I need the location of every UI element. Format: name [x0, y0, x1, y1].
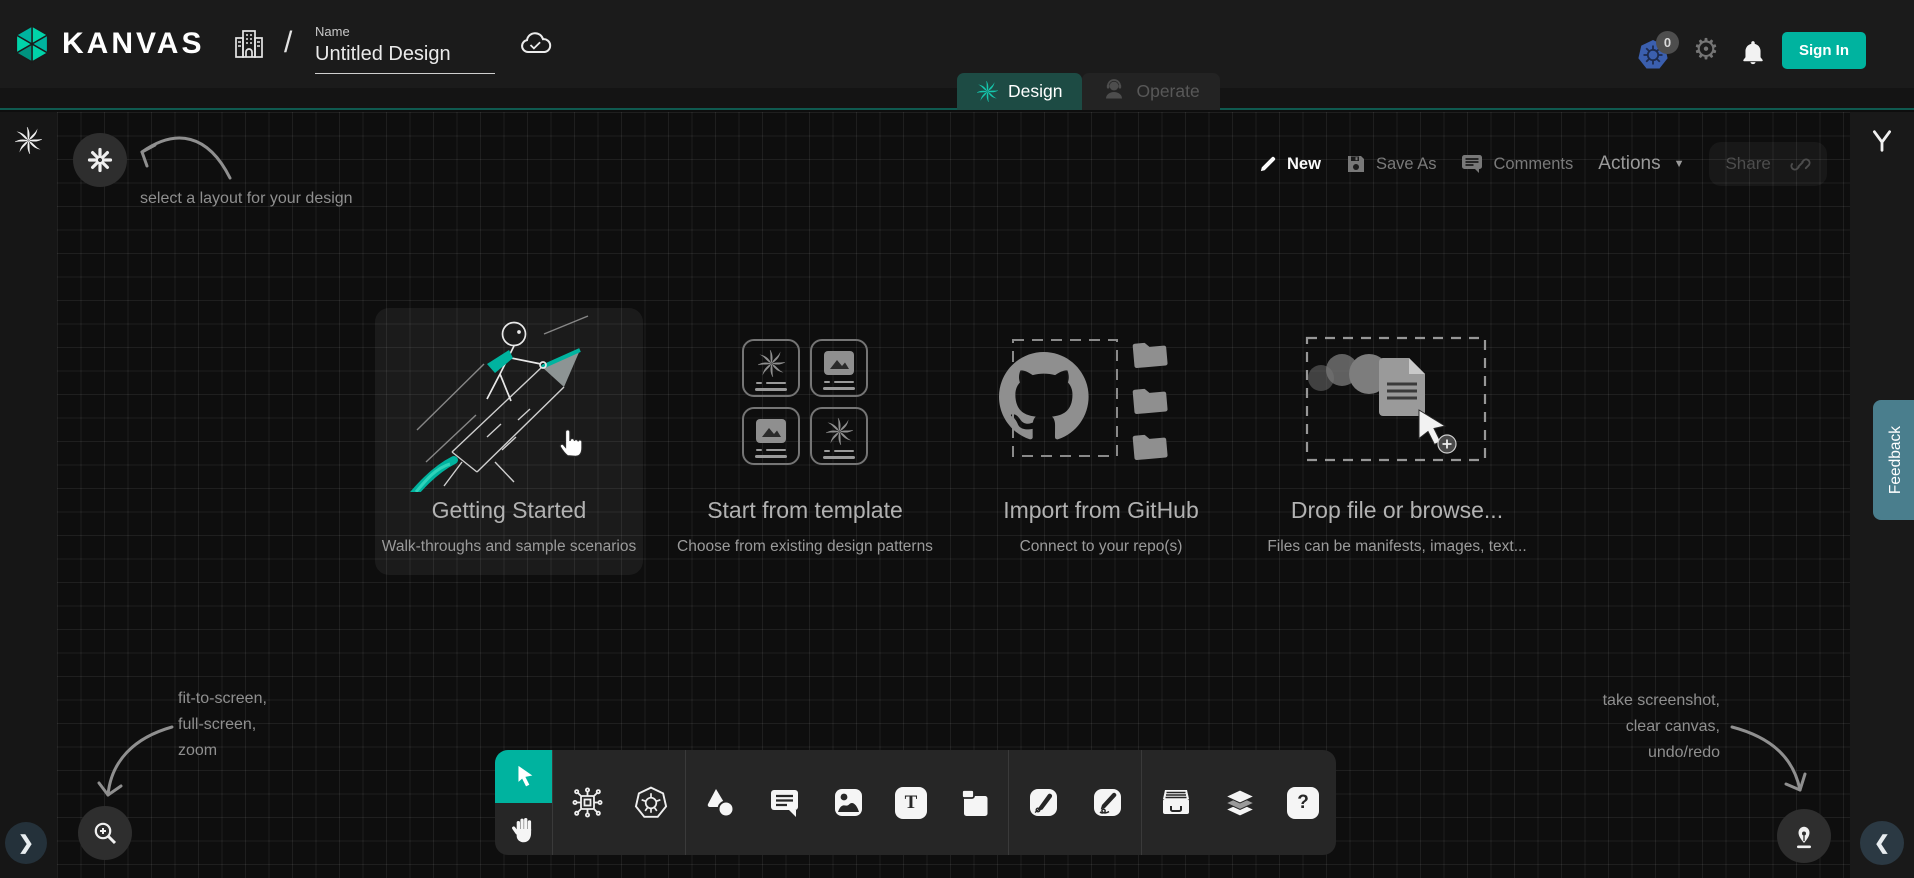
validate-y-icon[interactable]: [1869, 128, 1895, 154]
pencil-icon: [1258, 155, 1277, 174]
link-icon: [1790, 154, 1811, 175]
pen-bezier-icon: [1027, 786, 1060, 819]
hand-pointer-cursor: [555, 424, 587, 458]
hand-icon: [510, 814, 537, 844]
image-icon: [824, 351, 854, 376]
card-title: Drop file or browse...: [1291, 496, 1503, 524]
template-tile-image: [810, 339, 868, 397]
drop-file-illustration: [1297, 332, 1497, 472]
card-title: Import from GitHub: [1003, 496, 1199, 524]
expand-left-panel-button[interactable]: ❯: [5, 822, 47, 864]
github-import-illustration: [981, 332, 1221, 472]
collapse-right-panel-button[interactable]: ❮: [1860, 821, 1904, 865]
card-import-from-github[interactable]: Import from GitHub Connect to your repo(…: [967, 308, 1235, 575]
card-drop-file-browse[interactable]: Drop file or browse... Files can be mani…: [1263, 308, 1531, 575]
note-tool[interactable]: [957, 786, 991, 820]
tab-design[interactable]: Design: [957, 73, 1082, 110]
actions-dropdown[interactable]: Actions ▼: [1598, 153, 1684, 175]
cloud-sync-icon: [518, 30, 552, 63]
template-tile-swirl: [810, 407, 868, 465]
design-swirl-icon: [977, 81, 998, 102]
card-start-from-template[interactable]: Start from template Choose from existing…: [671, 308, 939, 575]
rocket-rider-illustration: [392, 312, 627, 492]
operate-headset-icon: [1102, 77, 1126, 106]
pan-tool[interactable]: [495, 803, 552, 856]
folder-icon: [1133, 387, 1168, 414]
layout-select-button[interactable]: [73, 133, 127, 187]
card-subtitle: Choose from existing design patterns: [677, 538, 933, 556]
card-subtitle: Walk-throughs and sample scenarios: [382, 538, 636, 556]
sign-in-button[interactable]: Sign In: [1782, 32, 1866, 69]
magnifier-plus-icon: [92, 820, 119, 847]
pencil-draw-icon: [1091, 786, 1124, 819]
left-rail: ❯: [0, 112, 57, 878]
cluster-count-badge: 0: [1656, 31, 1679, 54]
annotation-pen-button[interactable]: [1777, 809, 1831, 863]
zoom-hint-arrow: [95, 712, 185, 804]
image-icon: [756, 419, 786, 444]
comments-button[interactable]: Comments: [1461, 154, 1573, 174]
new-design-button[interactable]: New: [1258, 155, 1321, 174]
card-getting-started[interactable]: Getting Started Walk-throughs and sample…: [375, 308, 643, 575]
layout-hint-text: select a layout for your design: [140, 186, 353, 212]
feedback-tab[interactable]: Feedback: [1873, 400, 1914, 520]
image-tool[interactable]: [831, 786, 865, 820]
organization-icon[interactable]: [233, 26, 265, 67]
select-tool[interactable]: [495, 750, 552, 803]
sticky-note-icon: [958, 786, 991, 819]
text-tool[interactable]: T: [895, 787, 927, 819]
comment-bubble-icon: [768, 786, 801, 819]
card-title: Getting Started: [432, 496, 587, 524]
design-name-field: Name: [315, 24, 495, 74]
kanvas-logo-icon: [12, 24, 52, 69]
image-icon: [832, 786, 865, 819]
canvas-toolbar: New Save As Comments Actions ▼ Share: [1258, 142, 1827, 186]
layers-icon: [1223, 786, 1257, 820]
template-tile-swirl: [742, 339, 800, 397]
help-tool[interactable]: ?: [1287, 787, 1319, 819]
shapes-icon: [703, 786, 737, 820]
layout-flower-icon: [87, 147, 113, 173]
layers-tool[interactable]: [1223, 786, 1257, 820]
drawer-archive-icon: [1159, 786, 1193, 819]
template-tile-image: [742, 407, 800, 465]
mode-tabs: Design Operate: [957, 73, 1220, 110]
template-tiles: [742, 339, 868, 465]
comment-icon: [1461, 154, 1483, 174]
pen-tool[interactable]: [1026, 786, 1060, 820]
floppy-icon: [1346, 154, 1366, 174]
canvas-tools-hint-arrow: [1722, 712, 1817, 802]
chevron-down-icon: ▼: [1674, 158, 1685, 170]
zoom-hint-text: fit-to-screen, full-screen, zoom: [178, 686, 267, 764]
component-tool[interactable]: [570, 786, 604, 820]
kubernetes-wheel-icon: [634, 786, 668, 820]
name-label: Name: [315, 24, 495, 39]
meshery-swirl-icon[interactable]: [15, 127, 42, 154]
design-name-input[interactable]: [315, 41, 495, 74]
card-title: Start from template: [707, 496, 903, 524]
kanvas-app: KANVAS / Name: [0, 0, 1914, 878]
folder-icon: [1133, 433, 1168, 460]
card-subtitle: Files can be manifests, images, text...: [1267, 538, 1526, 556]
tool-dock: T: [495, 750, 1336, 855]
breadcrumb-separator: /: [284, 26, 292, 60]
notifications-bell-icon[interactable]: [1740, 39, 1766, 72]
comment-tool[interactable]: [767, 786, 801, 820]
canvas-tools-hint-text: take screenshot, clear canvas, undo/redo: [1603, 688, 1720, 766]
drawer-tool[interactable]: [1159, 786, 1193, 820]
pencil-tool[interactable]: [1090, 786, 1124, 820]
zoom-button[interactable]: [78, 806, 132, 860]
share-button[interactable]: Share: [1709, 142, 1827, 186]
settings-gear-icon[interactable]: ⚙: [1693, 36, 1719, 65]
pen-nib-icon: [1791, 822, 1817, 850]
circuit-icon: [571, 786, 604, 819]
folder-icon: [1133, 341, 1168, 368]
save-as-button[interactable]: Save As: [1346, 154, 1437, 174]
kubernetes-tool[interactable]: [634, 786, 668, 820]
shapes-tool[interactable]: [703, 786, 737, 820]
brand-wordmark: KANVAS: [62, 27, 204, 61]
card-subtitle: Connect to your repo(s): [1020, 538, 1183, 556]
cursor-arrow-icon: [512, 763, 536, 789]
tab-operate[interactable]: Operate: [1082, 73, 1219, 110]
